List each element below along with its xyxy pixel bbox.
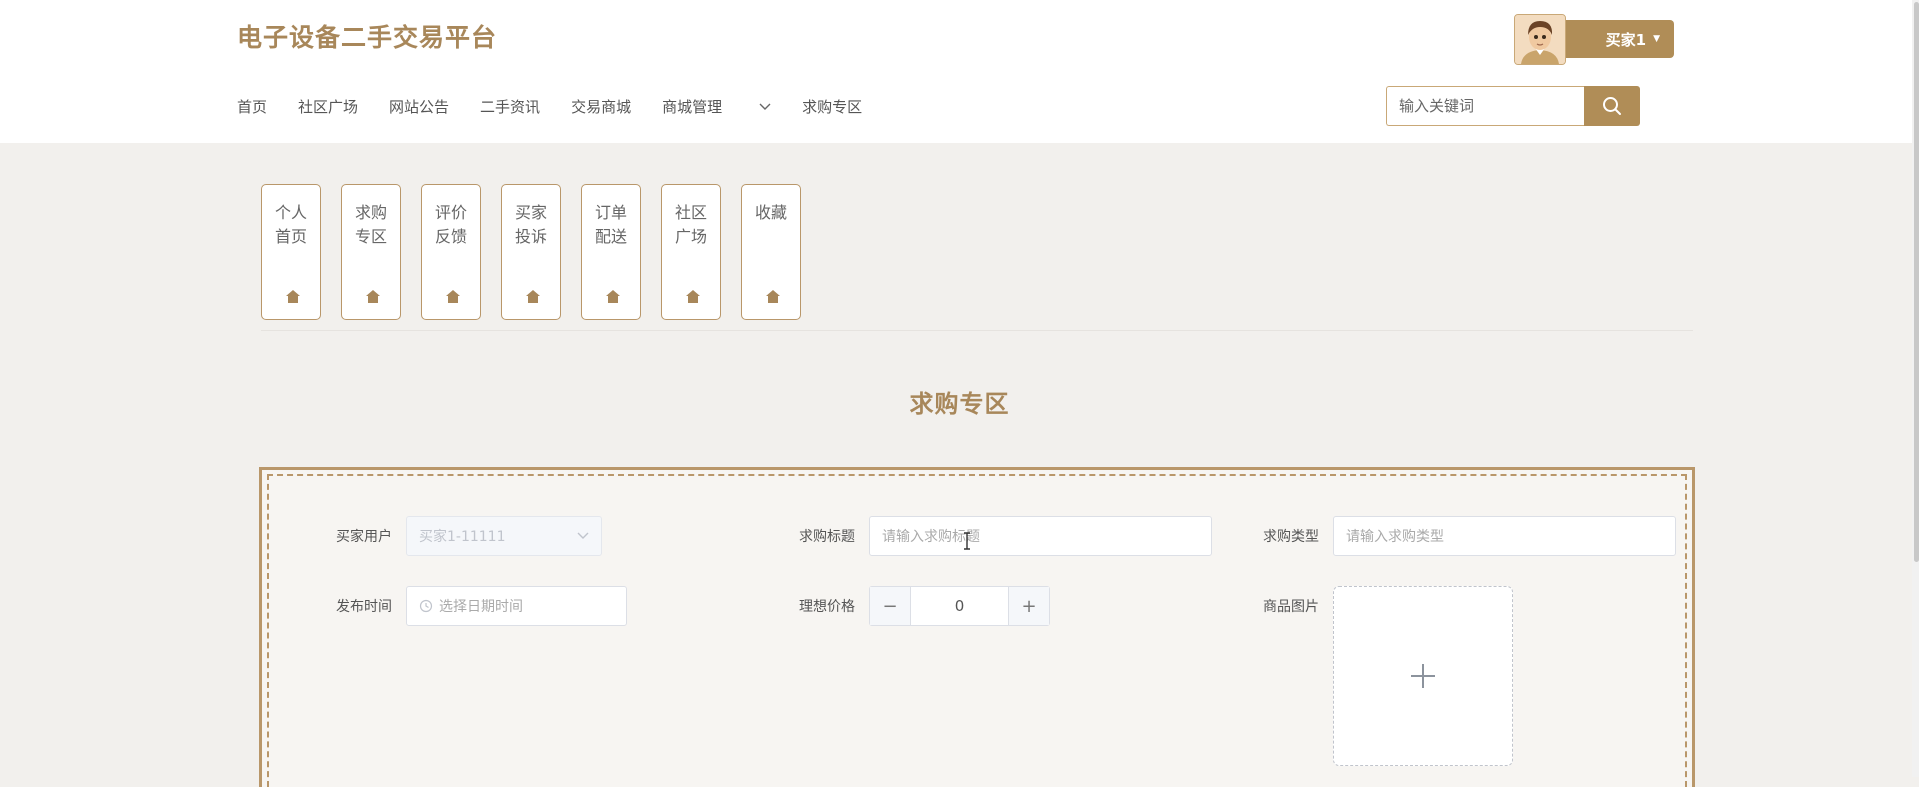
chevron-down-icon <box>759 103 771 110</box>
wanted-form: 买家用户 买家1-11111 求购标题 请输入求购标题 求购类型 请输入求购类型… <box>259 467 1695 787</box>
buyer-user-value: 买家1-11111 <box>419 529 506 545</box>
image-upload[interactable] <box>1333 586 1513 766</box>
card-delivery[interactable]: 订单配送 <box>581 184 641 320</box>
house-icon <box>766 290 780 303</box>
search-icon <box>1603 97 1621 115</box>
house-icon <box>526 290 540 303</box>
publish-time-label: 发布时间 <box>336 599 392 615</box>
house-icon <box>286 290 300 303</box>
nav-item-mall-management-label: 商城管理 <box>662 98 723 116</box>
card-label: 个人首页 <box>274 203 307 246</box>
publish-time-picker[interactable]: 选择日期时间 <box>406 586 627 626</box>
top-header: 电子设备二手交易平台 买家1 ▼ 首页 社区广场 网站公告 二手资讯 交易商城 <box>0 0 1919 143</box>
card-favorites[interactable]: 收藏 <box>741 184 801 320</box>
form-frame: 买家用户 买家1-11111 求购标题 请输入求购标题 求购类型 请输入求购类型… <box>267 474 1687 787</box>
card-community[interactable]: 社区广场 <box>661 184 721 320</box>
buyer-user-label: 买家用户 <box>336 529 392 545</box>
avatar[interactable] <box>1514 14 1566 65</box>
card-feedback[interactable]: 评价反馈 <box>421 184 481 320</box>
user-dropdown-button[interactable]: 买家1 ▼ <box>1554 20 1674 58</box>
price-value[interactable]: 0 <box>911 587 1008 625</box>
search-bar <box>1386 86 1674 126</box>
house-icon <box>366 290 380 303</box>
clock-icon <box>419 599 433 613</box>
scrollbar-thumb[interactable] <box>1914 2 1919 562</box>
nav-item-announcements[interactable]: 网站公告 <box>389 96 449 117</box>
house-icon <box>446 290 460 303</box>
price-stepper[interactable]: − 0 + <box>869 586 1050 626</box>
nav-item-home[interactable]: 首页 <box>237 96 267 117</box>
image-label: 商品图片 <box>1263 599 1319 615</box>
plus-icon <box>1411 664 1435 688</box>
card-label: 求购专区 <box>354 203 387 246</box>
title-input[interactable]: 请输入求购标题 <box>869 516 1212 556</box>
decrease-button[interactable]: − <box>870 587 911 625</box>
house-icon <box>606 290 620 303</box>
card-wanted[interactable]: 求购专区 <box>341 184 401 320</box>
user-name: 买家1 <box>1605 30 1647 49</box>
card-label: 买家投诉 <box>514 203 547 246</box>
nav-item-news[interactable]: 二手资讯 <box>480 96 540 117</box>
nav-item-mall[interactable]: 交易商城 <box>571 96 631 117</box>
card-complaints[interactable]: 买家投诉 <box>501 184 561 320</box>
quick-menu: 个人首页 求购专区 评价反馈 买家投诉 订单配送 社区广场 收藏 <box>261 184 821 320</box>
page-title: 求购专区 <box>909 390 1010 418</box>
nav-item-mall-management[interactable]: 商城管理 <box>662 96 771 117</box>
increase-button[interactable]: + <box>1008 587 1049 625</box>
title-label: 求购标题 <box>799 529 855 545</box>
caret-down-icon: ▼ <box>1653 34 1660 44</box>
type-label: 求购类型 <box>1263 529 1319 545</box>
nav-item-community[interactable]: 社区广场 <box>298 96 358 117</box>
type-input[interactable]: 请输入求购类型 <box>1333 516 1676 556</box>
card-label: 收藏 <box>754 203 787 222</box>
main-nav: 首页 社区广场 网站公告 二手资讯 交易商城 商城管理 求购专区 <box>237 96 893 117</box>
card-personal-home[interactable]: 个人首页 <box>261 184 321 320</box>
text-cursor-icon <box>964 532 970 550</box>
card-label: 订单配送 <box>594 203 627 246</box>
search-input[interactable] <box>1386 86 1584 126</box>
divider <box>261 330 1693 331</box>
buyer-user-select: 买家1-11111 <box>406 516 602 556</box>
card-label: 评价反馈 <box>434 203 467 246</box>
site-title[interactable]: 电子设备二手交易平台 <box>237 18 497 54</box>
user-menu[interactable]: 买家1 ▼ <box>1514 14 1674 65</box>
card-label: 社区广场 <box>674 203 707 246</box>
nav-item-wanted[interactable]: 求购专区 <box>802 96 862 117</box>
type-placeholder: 请输入求购类型 <box>1346 529 1444 545</box>
price-label: 理想价格 <box>799 599 855 615</box>
search-button[interactable] <box>1584 86 1640 126</box>
chevron-down-icon <box>577 532 589 539</box>
publish-time-placeholder: 选择日期时间 <box>439 599 523 615</box>
house-icon <box>686 290 700 303</box>
